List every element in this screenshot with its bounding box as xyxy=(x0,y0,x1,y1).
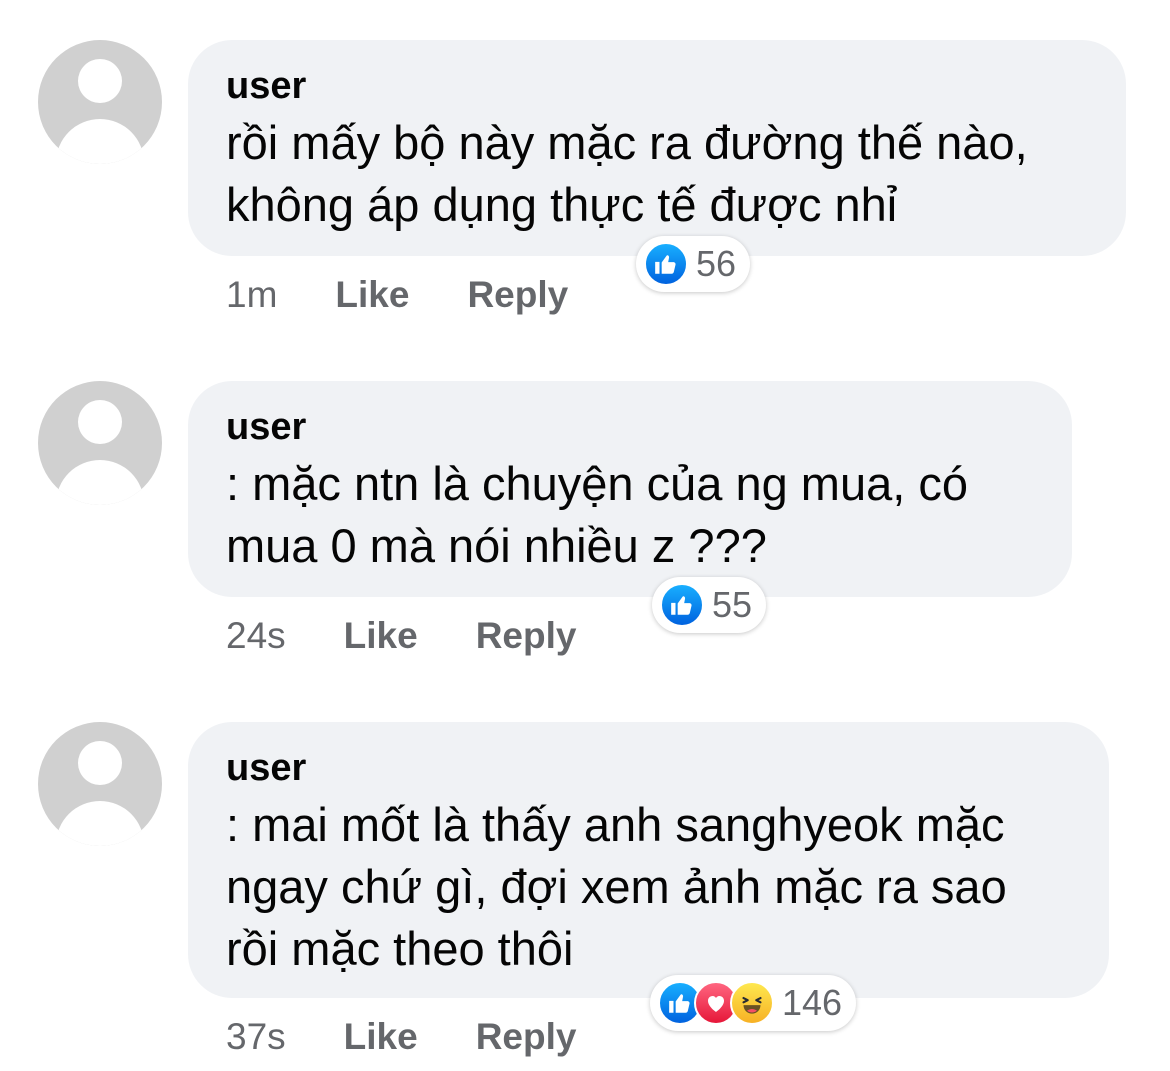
avatar-head-shape xyxy=(78,741,122,785)
avatar-body-shape xyxy=(56,460,144,505)
avatar-body-shape xyxy=(56,119,144,164)
reaction-summary[interactable]: 146 xyxy=(650,975,857,1031)
avatar-head-shape xyxy=(78,400,122,444)
like-button[interactable]: Like xyxy=(344,1016,418,1058)
comment-bubble: user rồi mấy bộ này mặc ra đường thế nào… xyxy=(188,40,1126,256)
comment-author[interactable]: user xyxy=(226,742,1071,794)
reply-button[interactable]: Reply xyxy=(476,1016,577,1058)
comment-timestamp[interactable]: 1m xyxy=(226,274,277,316)
reaction-count: 55 xyxy=(712,584,753,625)
reaction-summary[interactable]: 55 xyxy=(652,577,767,633)
avatar[interactable] xyxy=(38,722,162,846)
comment-author[interactable]: user xyxy=(226,401,1034,453)
like-button[interactable]: Like xyxy=(335,274,409,316)
avatar-body-shape xyxy=(56,801,144,846)
comment-bubble: user : mặc ntn là chuyện của ng mua, có … xyxy=(188,381,1072,597)
like-icon xyxy=(660,583,704,627)
haha-icon xyxy=(730,981,774,1025)
comment-actions: 37s Like Reply xyxy=(226,1016,634,1058)
comment-bubble: user : mai mốt là thấy anh sanghyeok mặc… xyxy=(188,722,1109,998)
reaction-count: 146 xyxy=(782,982,843,1023)
avatar[interactable] xyxy=(38,40,162,164)
avatar-head-shape xyxy=(78,59,122,103)
reply-button[interactable]: Reply xyxy=(476,615,577,657)
reaction-summary[interactable]: 56 xyxy=(636,236,751,292)
reaction-count: 56 xyxy=(696,243,737,284)
comment-actions: 24s Like Reply xyxy=(226,615,634,657)
comment-actions: 1m Like Reply xyxy=(226,274,626,316)
comment-text: rồi mấy bộ này mặc ra đường thế nào, khô… xyxy=(226,116,1028,231)
comment-text: : mặc ntn là chuyện của ng mua, có mua 0… xyxy=(226,457,968,572)
comment-timestamp[interactable]: 24s xyxy=(226,615,286,657)
like-icon xyxy=(644,242,688,286)
like-button[interactable]: Like xyxy=(344,615,418,657)
avatar[interactable] xyxy=(38,381,162,505)
comment-timestamp[interactable]: 37s xyxy=(226,1016,286,1058)
reply-button[interactable]: Reply xyxy=(467,274,568,316)
comment-text: : mai mốt là thấy anh sanghyeok mặc ngay… xyxy=(226,798,1007,975)
comment-author[interactable]: user xyxy=(226,60,1088,112)
